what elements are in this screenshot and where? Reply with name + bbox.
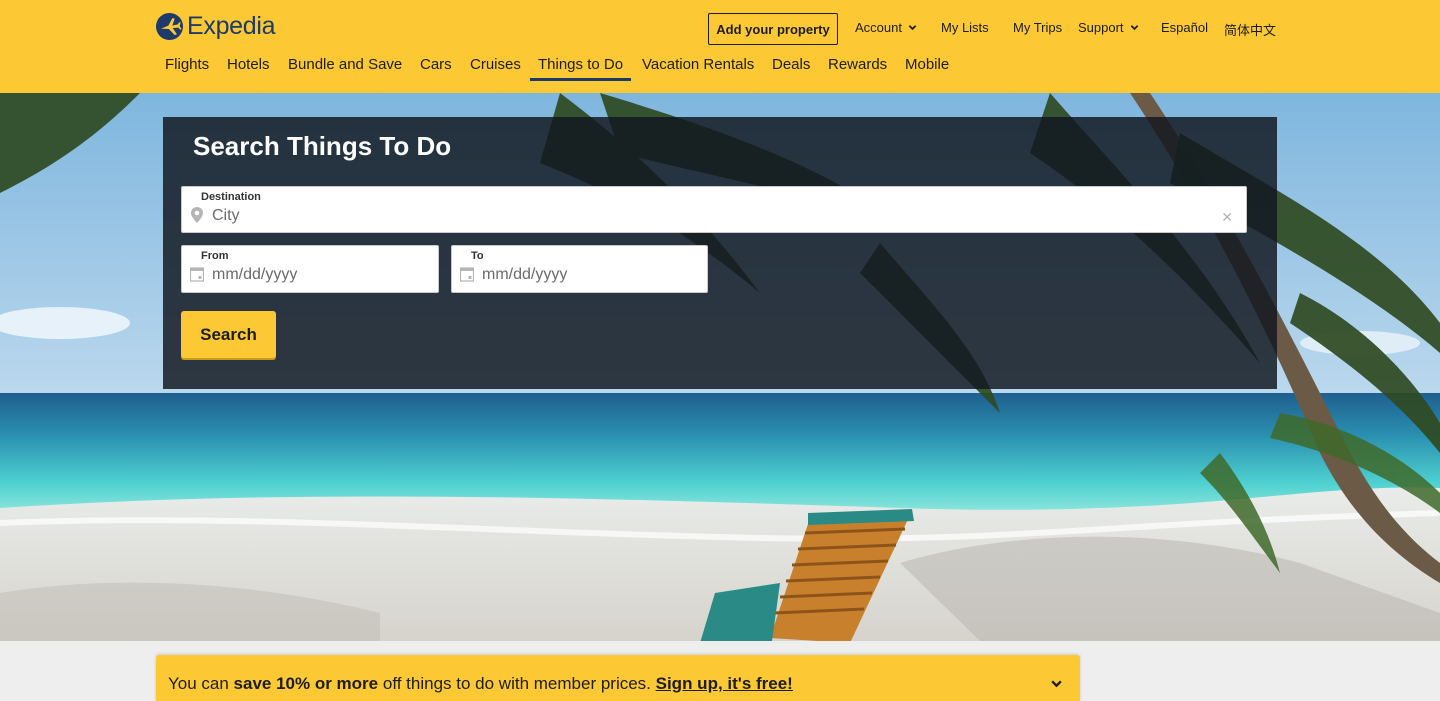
language-chinese-link[interactable]: 简体中文 [1224, 20, 1276, 39]
nav-flights[interactable]: Flights [165, 56, 209, 73]
nav-bundle-and-save[interactable]: Bundle and Save [288, 56, 402, 73]
nav-hotels[interactable]: Hotels [227, 56, 270, 73]
to-date-input[interactable] [482, 266, 686, 284]
my-lists-link[interactable]: My Lists [941, 20, 989, 35]
search-things-to-do-panel: Search Things To Do Destination ✕ From T… [163, 117, 1277, 389]
banner-message: You can save 10% or more off things to d… [168, 674, 793, 694]
add-property-button[interactable]: Add your property [708, 13, 838, 45]
account-menu[interactable]: Account [855, 20, 917, 35]
nav-rewards[interactable]: Rewards [828, 56, 887, 73]
support-label: Support [1078, 20, 1124, 35]
destination-label: Destination [201, 191, 261, 203]
destination-input[interactable] [212, 207, 1064, 225]
from-date-input[interactable] [212, 266, 417, 284]
account-label: Account [855, 20, 902, 35]
nav-mobile[interactable]: Mobile [905, 56, 949, 73]
expedia-logo[interactable]: Expedia [155, 12, 276, 41]
from-label: From [201, 250, 229, 262]
chevron-down-icon [908, 25, 917, 31]
to-label: To [471, 250, 484, 262]
logo-wordmark: Expedia [187, 12, 276, 40]
support-menu[interactable]: Support [1078, 20, 1139, 35]
my-lists-label: My Lists [941, 20, 989, 35]
banner-highlight: save 10% or more [233, 674, 379, 693]
search-title: Search Things To Do [193, 131, 452, 161]
map-pin-icon [191, 207, 203, 223]
clear-destination-icon[interactable]: ✕ [1221, 209, 1233, 226]
member-prices-banner: You can save 10% or more off things to d… [156, 655, 1080, 701]
language-chinese-label: 简体中文 [1224, 23, 1277, 38]
banner-prefix: You can [168, 674, 234, 693]
nav-vacation-rentals[interactable]: Vacation Rentals [642, 56, 754, 73]
my-trips-link[interactable]: My Trips [1013, 20, 1062, 35]
hero-beach-image: Search Things To Do Destination ✕ From T… [0, 93, 1440, 641]
expedia-plane-icon [155, 12, 184, 41]
chevron-down-icon[interactable] [1050, 677, 1063, 690]
nav-cruises[interactable]: Cruises [470, 56, 521, 73]
sign-up-link[interactable]: Sign up, it's free! [656, 674, 793, 693]
nav-deals[interactable]: Deals [772, 56, 810, 73]
chevron-down-icon [1130, 25, 1138, 31]
my-trips-label: My Trips [1013, 20, 1063, 35]
banner-suffix: off things to do with member prices. [378, 674, 656, 693]
from-date-field[interactable]: From [181, 245, 439, 293]
nav-cars[interactable]: Cars [420, 56, 452, 73]
nav-things-to-do[interactable]: Things to Do [530, 56, 632, 81]
destination-field[interactable]: Destination ✕ [181, 186, 1247, 233]
search-button[interactable]: Search [181, 311, 276, 358]
calendar-icon [190, 267, 204, 282]
calendar-icon [460, 267, 474, 282]
site-header: Expedia Add your property Account My Lis… [0, 0, 1440, 93]
to-date-field[interactable]: To [451, 245, 708, 293]
language-spanish-link[interactable]: Español [1161, 20, 1208, 35]
language-spanish-label: Español [1161, 20, 1208, 35]
